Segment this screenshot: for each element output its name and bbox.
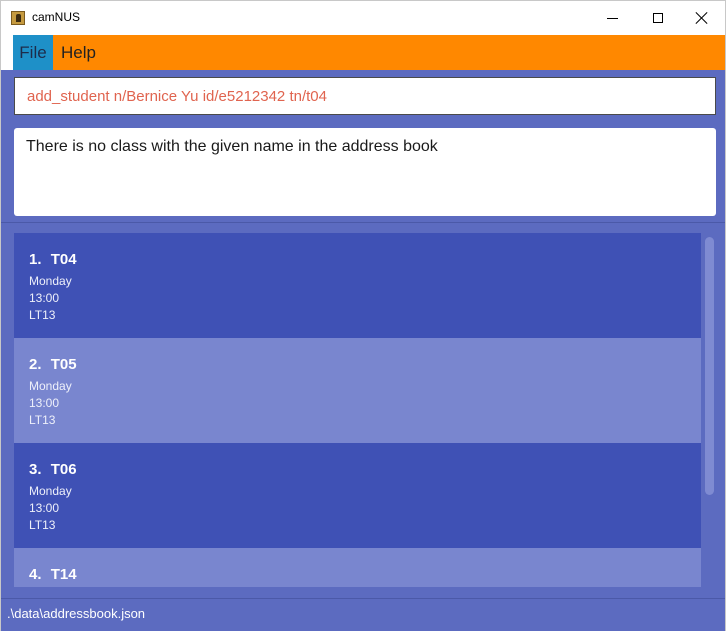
class-card-title: 1. T04 [29, 251, 686, 268]
list-scrollbar[interactable] [704, 233, 716, 587]
close-button[interactable] [679, 1, 725, 35]
class-card[interactable]: 3. T06 Monday 13:00 LT13 [14, 443, 701, 548]
class-card-time: 13:00 [29, 291, 60, 305]
class-card-index: 3. [29, 461, 42, 478]
class-card-title: 4. T14 [29, 566, 686, 583]
class-card-venue: LT13 [29, 518, 56, 532]
class-card-time: 13:00 [29, 501, 60, 515]
address-book-icon [11, 11, 25, 25]
class-card-index: 1. [29, 251, 42, 268]
close-icon [696, 12, 708, 24]
window-title: camNUS [32, 10, 81, 24]
result-display: There is no class with the given name in… [14, 128, 716, 216]
class-card-index: 2. [29, 356, 42, 373]
main-panel: add_student n/Bernice Yu id/e5212342 tn/… [1, 70, 725, 631]
maximize-icon [653, 13, 663, 23]
minimize-icon [606, 17, 618, 19]
class-card-name: T04 [50, 251, 77, 268]
class-list[interactable]: 1. T04 Monday 13:00 LT13 2. T05 Monday 1… [14, 233, 716, 587]
class-card[interactable]: 1. T04 Monday 13:00 LT13 [14, 233, 701, 338]
class-card[interactable]: 2. T05 Monday 13:00 LT13 [14, 338, 701, 443]
scrollbar-thumb[interactable] [705, 237, 714, 495]
save-location: .\data\addressbook.json [7, 606, 146, 621]
maximize-button[interactable] [635, 1, 681, 35]
status-bar: .\data\addressbook.json [1, 598, 725, 628]
class-card-title: 3. T06 [29, 461, 686, 478]
menu-help[interactable]: Help [53, 35, 104, 70]
minimize-button[interactable] [589, 1, 635, 35]
class-card-name: T14 [50, 566, 77, 583]
class-card-venue: LT13 [29, 308, 56, 322]
command-input[interactable]: add_student n/Bernice Yu id/e5212342 tn/… [14, 77, 716, 115]
class-card-title: 2. T05 [29, 356, 686, 373]
class-card-name: T06 [50, 461, 77, 478]
app-window: camNUS File Help add_student n/Bernice Y… [0, 0, 726, 631]
class-card[interactable]: 4. T14 [14, 548, 701, 587]
class-card-day: Monday [29, 484, 72, 498]
menu-file[interactable]: File [13, 35, 53, 70]
class-card-day: Monday [29, 379, 72, 393]
class-card-index: 4. [29, 566, 42, 583]
menu-bar: File Help [13, 35, 725, 70]
divider [1, 222, 725, 223]
class-card-name: T05 [50, 356, 77, 373]
class-card-time: 13:00 [29, 396, 60, 410]
class-card-venue: LT13 [29, 413, 56, 427]
class-card-day: Monday [29, 274, 72, 288]
title-bar[interactable]: camNUS [1, 1, 725, 35]
